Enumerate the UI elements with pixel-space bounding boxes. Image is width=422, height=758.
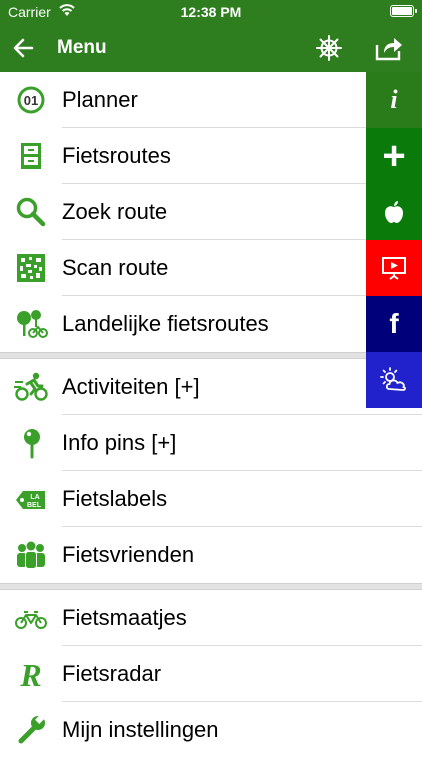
info-button[interactable]: i: [366, 72, 422, 128]
menu-item-label: Info pins [+]: [62, 430, 177, 455]
menu-item-label: Mijn instellingen: [62, 717, 219, 742]
magnifier-icon: [16, 197, 46, 227]
menu-item-label: Fietslabels: [62, 486, 168, 511]
menu-item-label: Scan route: [62, 255, 169, 280]
side-action-bar: i + f: [366, 72, 422, 408]
planner-01-icon: 01: [17, 86, 45, 114]
menu-item-label: Fietsmaatjes: [62, 605, 187, 630]
section-divider: [0, 583, 422, 590]
navigation-bar: Menu: [0, 24, 422, 72]
facebook-button[interactable]: f: [366, 296, 422, 352]
menu-item-label: Landelijke fietsroutes: [62, 311, 269, 336]
svg-text:LA: LA: [30, 494, 39, 501]
svg-text:01: 01: [24, 93, 38, 108]
weather-button[interactable]: [366, 352, 422, 408]
svg-text:BEL: BEL: [27, 502, 42, 509]
menu-item-zoek-route[interactable]: Zoek route: [0, 184, 422, 240]
apple-icon: [385, 201, 403, 223]
status-time: 12:38 PM: [180, 4, 242, 20]
menu-item-label: Fietsvrienden: [62, 542, 195, 567]
menu-item-fietsmaatjes[interactable]: Fietsmaatjes: [0, 590, 422, 646]
menu-item-label: Fietsroutes: [62, 143, 171, 168]
add-button[interactable]: +: [366, 128, 422, 184]
menu-item-planner[interactable]: 01 Planner: [0, 72, 422, 128]
qr-code-icon: [17, 254, 45, 282]
cabinet-icon: [21, 143, 41, 169]
presentation-icon: [382, 257, 406, 280]
menu-item-label: Activiteiten [+]: [62, 374, 200, 399]
menu-item-label: Fietsradar: [62, 661, 162, 686]
map-pin-icon: [24, 429, 40, 459]
status-bar: Carrier 12:38 PM: [0, 0, 422, 24]
section-divider: [0, 352, 422, 359]
svg-text:R: R: [19, 658, 41, 690]
radar-r-icon: R: [19, 658, 41, 690]
menu-item-fietslabels[interactable]: LA BEL Fietslabels: [0, 471, 422, 527]
page-title: Menu: [57, 37, 107, 58]
wrench-icon: [18, 714, 45, 744]
cyclist-icon: [14, 372, 48, 401]
presentation-button[interactable]: [366, 240, 422, 296]
menu-item-landelijke-fietsroutes[interactable]: Landelijke fietsroutes: [0, 296, 422, 352]
trees-cyclist-icon: [17, 310, 48, 338]
menu-item-activiteiten[interactable]: Activiteiten [+]: [0, 359, 422, 415]
menu-item-fietsroutes[interactable]: Fietsroutes: [0, 128, 422, 184]
menu-item-label: Planner: [62, 87, 138, 112]
share-icon[interactable]: [374, 35, 404, 61]
menu-item-label: Zoek route: [62, 199, 168, 224]
tandem-bike-icon: [15, 611, 47, 629]
menu-item-scan-route[interactable]: Scan route: [0, 240, 422, 296]
app-store-button[interactable]: [366, 184, 422, 240]
group-icon: [17, 541, 45, 569]
battery-icon: [390, 5, 417, 17]
menu-item-info-pins[interactable]: Info pins [+]: [0, 415, 422, 471]
label-tag-icon: LA BEL: [16, 491, 45, 509]
menu-item-fietsvrienden[interactable]: Fietsvrienden: [0, 527, 422, 583]
menu-list: 01 Planner Fietsroutes Zoek route Scan r…: [0, 72, 422, 758]
ship-wheel-icon[interactable]: [316, 35, 342, 61]
info-icon: i: [390, 85, 398, 114]
weather-sun-cloud-icon: [380, 367, 406, 391]
facebook-icon: f: [389, 308, 399, 339]
menu-item-fietsradar[interactable]: R Fietsradar: [0, 646, 422, 702]
plus-icon: +: [382, 134, 406, 178]
back-arrow-icon[interactable]: [10, 34, 38, 62]
